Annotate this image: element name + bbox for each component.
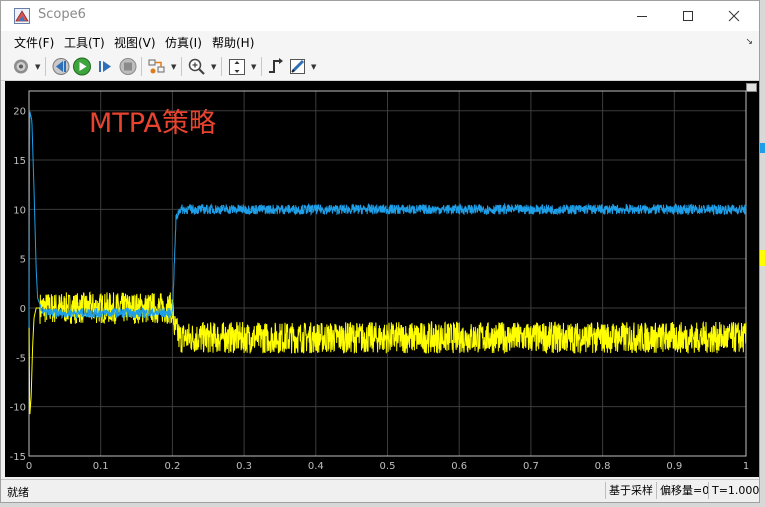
time-status: T=1.000	[708, 482, 760, 499]
annotation-label: MTPA策略	[89, 108, 216, 139]
zoom-icon	[188, 58, 205, 75]
trigger-icon	[269, 58, 283, 73]
y-tick-label: 10	[13, 205, 26, 216]
run-button[interactable]	[72, 56, 92, 77]
trigger-button[interactable]	[266, 56, 286, 77]
settings-icon	[14, 59, 28, 74]
sample-mode-status: 基于采样	[605, 482, 658, 499]
status-bar: 就绪 基于采样 偏移量=0 T=1.000	[1, 479, 759, 502]
y-tick-label: 0	[20, 304, 26, 315]
close-icon	[728, 10, 740, 22]
x-tick-label: 0.1	[93, 461, 109, 472]
step-forward-icon	[99, 61, 111, 72]
autoscale-dropdown-icon[interactable]: ▼	[251, 63, 256, 71]
step-back-icon	[52, 58, 70, 75]
maximize-icon	[683, 11, 693, 21]
x-tick-label: 0.3	[236, 461, 252, 472]
menu-view[interactable]: 视图(V)	[114, 34, 156, 51]
window-title: Scope6	[38, 7, 86, 22]
zoom-dropdown-icon[interactable]: ▼	[211, 63, 216, 71]
menu-help[interactable]: 帮助(H)	[212, 34, 254, 51]
y-tick-label: 5	[20, 255, 26, 266]
status-text: 就绪	[7, 486, 29, 499]
minimize-button[interactable]	[619, 1, 665, 31]
style-dropdown-icon[interactable]: ▼	[311, 63, 316, 71]
autoscale-icon	[229, 59, 245, 75]
x-tick-label: 0.5	[380, 461, 396, 472]
settings-button[interactable]	[11, 56, 31, 77]
autoscale-button[interactable]	[227, 56, 247, 77]
menubar-expand-icon[interactable]: ↘	[745, 37, 753, 47]
x-tick-label: 0.7	[523, 461, 539, 472]
y-tick-label: -15	[10, 452, 26, 463]
toolbar-separator	[261, 57, 262, 76]
highlight-dropdown-icon[interactable]: ▼	[171, 63, 176, 71]
toolbar-separator	[45, 57, 46, 76]
offset-status: 偏移量=0	[656, 482, 710, 499]
style-button[interactable]	[288, 56, 308, 77]
maximize-button[interactable]	[665, 1, 711, 31]
x-tick-label: 0.2	[164, 461, 180, 472]
style-icon	[290, 59, 305, 74]
y-tick-label: -5	[16, 353, 26, 364]
scope-app-icon	[14, 8, 30, 24]
menu-bar: 文件(F) 工具(T) 视图(V) 仿真(I) 帮助(H) ↘	[1, 31, 759, 53]
run-icon	[73, 57, 91, 76]
step-forward-button[interactable]	[96, 56, 116, 77]
toolbar-separator	[181, 57, 182, 76]
zoom-button[interactable]	[187, 56, 207, 77]
y-tick-label: 15	[13, 156, 26, 167]
background-window-edge-bottom	[0, 503, 765, 507]
menu-tools[interactable]: 工具(T)	[64, 34, 105, 51]
menu-file[interactable]: 文件(F)	[14, 34, 54, 51]
scope-plot[interactable]: 0 0.1 0.2 0.3 0.4 0.5 0.6 0.7 0.8 0.9 1 20 15 10 5 0 -5 -…	[5, 81, 759, 477]
x-tick-label: 0.8	[595, 461, 611, 472]
x-tick-label: 0.9	[666, 461, 682, 472]
minimize-icon	[637, 16, 647, 17]
x-tick-label: 0.4	[308, 461, 324, 472]
scope-window: Scope6 文件(F) 工具(T) 视图(V) 仿真(I) 帮助(H) ↘ ▼	[0, 0, 760, 503]
menu-simulation[interactable]: 仿真(I)	[165, 34, 202, 51]
stop-button[interactable]	[118, 56, 138, 77]
close-button[interactable]	[711, 1, 757, 31]
x-tick-label: 0.6	[451, 461, 467, 472]
title-bar[interactable]: Scope6	[1, 1, 759, 31]
y-tick-label: -10	[10, 403, 26, 414]
highlight-button[interactable]	[147, 56, 167, 77]
x-tick-label: 0	[26, 461, 32, 472]
highlight-icon	[148, 59, 165, 74]
toolbar-separator	[141, 57, 142, 76]
toolbar-separator	[221, 57, 222, 76]
y-tick-label: 20	[13, 107, 26, 118]
scope-display[interactable]: 0 0.1 0.2 0.3 0.4 0.5 0.6 0.7 0.8 0.9 1 20 15 10 5 0 -5 -…	[5, 81, 759, 477]
background-window-edge	[760, 0, 765, 507]
stop-icon	[119, 58, 137, 75]
step-back-button[interactable]	[51, 56, 71, 77]
toolbar: ▼ ▼ ▼ ▼ ▼	[1, 53, 759, 81]
settings-dropdown-icon[interactable]: ▼	[35, 63, 40, 71]
undock-icon[interactable]	[746, 83, 757, 92]
x-tick-label: 1	[743, 461, 749, 472]
